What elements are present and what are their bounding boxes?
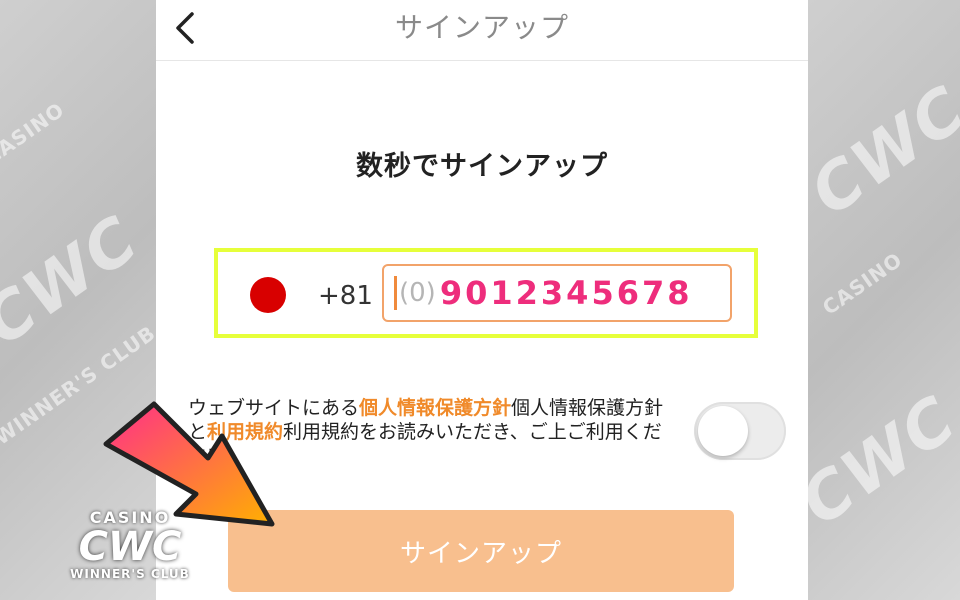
page-title: サインアップ xyxy=(394,11,569,44)
watermark-brand: CWC xyxy=(808,72,960,231)
logo-sub: WINNER'S CLUB xyxy=(70,567,190,581)
app-header: サインアップ xyxy=(156,0,808,61)
watermark-brand: CWC xyxy=(808,382,960,541)
country-code[interactable]: +81 xyxy=(318,281,373,311)
signup-button[interactable]: サインアップ xyxy=(228,510,734,592)
phone-number-input[interactable]: (0) 9012345678 xyxy=(382,264,732,322)
watermark-casino: CASINO xyxy=(818,247,907,320)
watermark-panel-right: CWC CASINO CWC xyxy=(808,0,960,600)
signup-heading: 数秒でサインアップ xyxy=(356,151,608,182)
logo-brand: CWC xyxy=(78,524,182,570)
agree-toggle[interactable] xyxy=(694,402,786,460)
toggle-knob xyxy=(698,406,748,456)
privacy-policy-link[interactable]: 個人情報保護方針 xyxy=(359,397,511,419)
watermark-casino: CASINO xyxy=(0,97,69,170)
japan-flag-icon[interactable] xyxy=(250,277,286,313)
phone-prefix: (0) xyxy=(399,278,436,308)
text-caret xyxy=(394,276,397,310)
phone-number-value: 9012345678 xyxy=(439,274,693,312)
cwc-logo: CASINO CWC WINNER'S CLUB xyxy=(66,508,194,588)
